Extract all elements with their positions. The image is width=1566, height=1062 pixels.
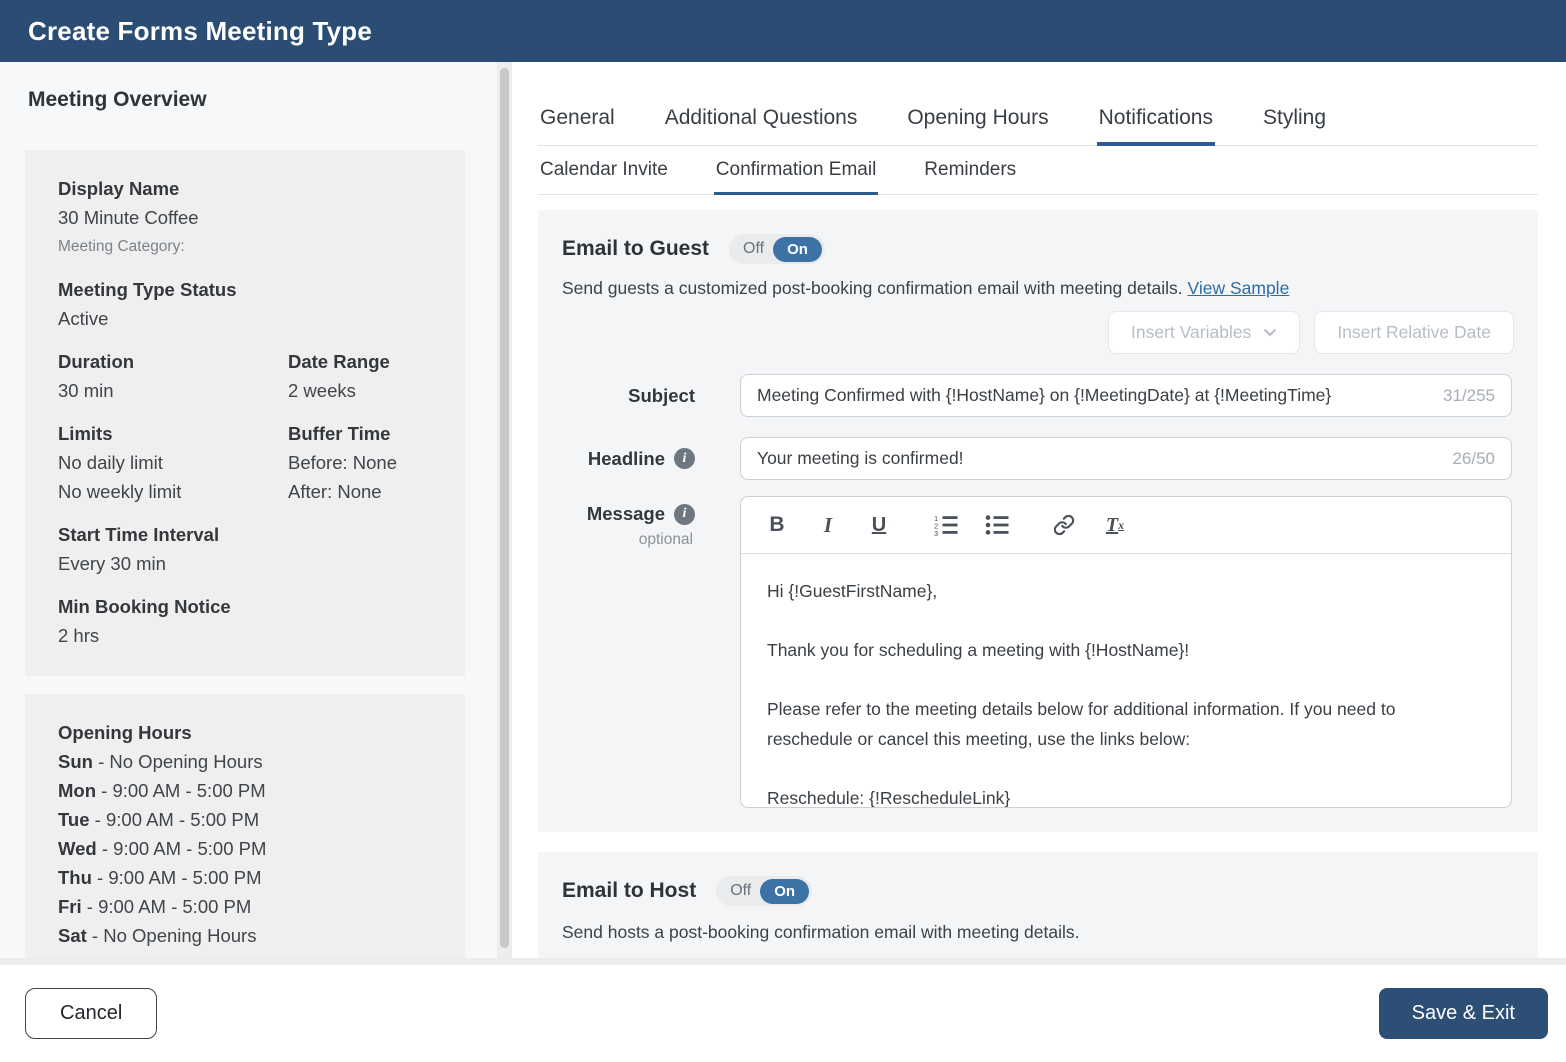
headline-row: Headline i 26/50 [562,437,1514,480]
link-icon[interactable] [1052,510,1076,540]
tab-opening-hours[interactable]: Opening Hours [905,106,1050,145]
email-to-guest-title: Email to Guest [562,237,709,261]
svg-text:3: 3 [934,529,938,536]
toggle-off-label: Off [730,882,751,900]
limits-block: Limits No daily limit No weekly limit [58,419,288,506]
headline-label: Headline [588,448,665,470]
clear-formatting-icon[interactable]: Tx [1103,510,1127,540]
ordered-list-icon[interactable]: 1 2 3 [934,510,958,540]
title-bar: Create Forms Meeting Type [0,0,1566,62]
message-info-icon[interactable]: i [674,504,695,525]
tab-additional-questions[interactable]: Additional Questions [663,106,860,145]
subject-label: Subject [628,385,695,407]
headline-field: 26/50 [740,437,1512,480]
opening-hours-card: Opening Hours Sun - No Opening Hours Mon… [25,694,465,958]
message-body[interactable]: Hi {!GuestFirstName}, Thank you for sche… [741,554,1511,808]
display-name-value: 30 Minute Coffee [58,203,445,232]
message-row: Message i optional B I U 1 [562,496,1514,808]
main-tabs: General Additional Questions Opening Hou… [538,106,1538,146]
buffer-time-block: Buffer Time Before: None After: None [288,419,445,506]
email-to-host-section: Email to Host Off On Send hosts a post-b… [538,852,1538,958]
toggle-on-label: On [773,237,822,262]
view-sample-link[interactable]: View Sample [1187,278,1289,298]
message-label: Message [587,503,665,525]
subtab-reminders[interactable]: Reminders [922,159,1018,194]
host-email-description: Send hosts a post-booking confirmation e… [562,922,1514,943]
insert-variables-button[interactable]: Insert Variables [1108,311,1300,354]
min-booking-notice-value: 2 hrs [58,621,445,650]
tab-general[interactable]: General [538,106,617,145]
create-meeting-type-dialog: Create Forms Meeting Type Meeting Overvi… [0,0,1566,1062]
date-range-block: Date Range 2 weeks [288,347,445,405]
opening-hours-row: Thu - 9:00 AM - 5:00 PM [58,863,445,892]
editor-toolbar: B I U 1 2 3 [741,497,1511,554]
min-booking-notice-label: Min Booking Notice [58,592,445,621]
toggle-off-label: Off [743,240,764,258]
email-to-host-title: Email to Host [562,879,696,903]
toggle-on-label: On [760,879,809,904]
tab-notifications[interactable]: Notifications [1097,106,1215,145]
insert-relative-date-button[interactable]: Insert Relative Date [1314,311,1514,354]
opening-hours-row: Fri - 9:00 AM - 5:00 PM [58,892,445,921]
opening-hours-row: Tue - 9:00 AM - 5:00 PM [58,805,445,834]
cancel-button[interactable]: Cancel [25,988,157,1039]
display-name-label: Display Name [58,174,445,203]
main-panel: General Additional Questions Opening Hou… [512,62,1566,958]
tab-styling[interactable]: Styling [1261,106,1328,145]
bold-icon[interactable]: B [765,510,789,540]
opening-hours-row: Mon - 9:00 AM - 5:00 PM [58,776,445,805]
insert-buttons-row: Insert Variables Insert Relative Date [562,311,1514,354]
opening-hours-label: Opening Hours [58,718,445,747]
headline-input[interactable] [757,448,1444,469]
duration-block: Duration 30 min [58,347,288,405]
sidebar-scrollbar[interactable] [497,62,512,958]
notification-subtabs: Calendar Invite Confirmation Email Remin… [538,159,1538,195]
start-time-interval-label: Start Time Interval [58,520,445,549]
meeting-overview-panel: Meeting Overview Display Name 30 Minute … [0,62,512,958]
email-to-guest-section: Email to Guest Off On Send guests a cust… [538,210,1538,832]
status-value: Active [58,304,445,333]
subject-input[interactable] [757,385,1435,406]
subtab-calendar-invite[interactable]: Calendar Invite [538,159,670,194]
start-time-interval-value: Every 30 min [58,549,445,578]
underline-icon[interactable]: U [867,510,891,540]
subject-char-counter: 31/255 [1443,386,1495,406]
opening-hours-row: Sat - No Opening Hours [58,921,445,950]
subject-field: 31/255 [740,374,1512,417]
email-to-host-toggle[interactable]: Off On [716,876,812,906]
footer-bar: Cancel Save & Exit [0,958,1566,1062]
page-title: Create Forms Meeting Type [0,16,372,47]
subject-row: Subject 31/255 [562,374,1514,417]
message-optional-label: optional [639,531,693,549]
guest-email-description: Send guests a customized post-booking co… [562,278,1514,299]
sidebar-scrollbar-thumb[interactable] [500,68,509,948]
headline-char-counter: 26/50 [1452,449,1495,469]
sidebar-title: Meeting Overview [0,62,512,112]
italic-icon[interactable]: I [816,510,840,540]
opening-hours-row: Sun - No Opening Hours [58,747,445,776]
message-editor: B I U 1 2 3 [740,496,1512,808]
subtab-confirmation-email[interactable]: Confirmation Email [714,159,879,194]
meeting-category-label: Meeting Category: [58,232,445,261]
overview-card: Display Name 30 Minute Coffee Meeting Ca… [25,150,465,676]
headline-info-icon[interactable]: i [674,448,695,469]
bullet-list-icon[interactable] [985,510,1009,540]
email-to-guest-toggle[interactable]: Off On [729,234,825,264]
status-label: Meeting Type Status [58,275,445,304]
opening-hours-row: Wed - 9:00 AM - 5:00 PM [58,834,445,863]
save-exit-button[interactable]: Save & Exit [1379,988,1548,1039]
chevron-down-icon [1263,328,1277,337]
